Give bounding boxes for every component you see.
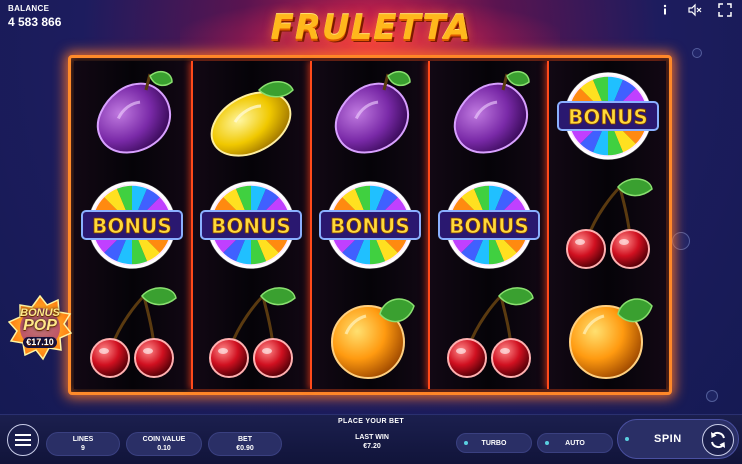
bonus-symbol: BONUS	[549, 61, 666, 170]
spin-indicator	[625, 437, 629, 441]
turbo-toggle[interactable]: TURBO	[456, 433, 532, 453]
coin-value-value: 0.10	[157, 445, 171, 452]
coin-value-selector[interactable]: COIN VALUE 0.10	[126, 432, 202, 456]
bonus-symbol: BONUS	[74, 170, 191, 279]
bet-value: €0.90	[236, 445, 254, 452]
auto-toggle[interactable]: AUTO	[537, 433, 613, 453]
bonus-pop-amount: €17.10	[23, 337, 57, 348]
hamburger-icon	[15, 434, 31, 446]
turbo-indicator	[464, 441, 468, 445]
bet-label: BET	[238, 436, 252, 443]
bonus-pop-line2: POP	[23, 317, 57, 335]
fullscreen-icon[interactable]	[718, 3, 732, 17]
cherries-symbol	[430, 280, 547, 389]
bubble-decoration	[692, 48, 702, 58]
reel-frame: BONUS BONUS BONUS BONUS BONUS	[68, 55, 672, 395]
orange-symbol	[549, 280, 666, 389]
bubble-decoration	[672, 232, 690, 250]
reel-1: BONUS	[74, 61, 191, 389]
spin-button[interactable]	[702, 424, 734, 456]
game-logo: FRULETTA	[270, 8, 472, 48]
lemon-symbol	[193, 61, 310, 170]
last-win-value: €7.20	[363, 443, 381, 450]
lines-label: LINES	[72, 436, 94, 443]
bonus-symbol-label: BONUS	[211, 214, 291, 238]
turbo-label: TURBO	[481, 439, 507, 447]
bonus-pop-badge[interactable]: BONUS POP €17.10	[8, 295, 72, 361]
bonus-symbol: BONUS	[312, 170, 429, 279]
top-icons	[658, 3, 732, 17]
coin-value-label: COIN VALUE	[142, 436, 186, 443]
lines-selector[interactable]: LINES 9	[46, 432, 120, 456]
last-win-label: LAST WIN	[355, 434, 389, 441]
reel-3: BONUS	[309, 61, 429, 389]
last-win-display: LAST WIN €7.20	[340, 434, 404, 450]
cherries-symbol	[549, 170, 666, 279]
reel-4: BONUS	[428, 61, 548, 389]
plum-symbol	[430, 61, 547, 170]
reel-5: BONUS	[547, 61, 666, 389]
bonus-symbol-label: BONUS	[449, 214, 529, 238]
cherries-symbol	[74, 280, 191, 389]
bonus-symbol-label: BONUS	[568, 105, 648, 129]
bubble-decoration	[706, 390, 718, 402]
cherries-symbol	[193, 280, 310, 389]
reels: BONUS BONUS BONUS BONUS BONUS	[74, 61, 666, 389]
info-icon[interactable]	[658, 3, 672, 17]
spin-control[interactable]: SPIN	[617, 419, 739, 459]
bonus-symbol: BONUS	[430, 170, 547, 279]
plum-symbol	[312, 61, 429, 170]
sound-muted-icon[interactable]	[688, 3, 702, 17]
orange-symbol	[312, 280, 429, 389]
bonus-symbol-label: BONUS	[93, 214, 173, 238]
refresh-icon	[711, 431, 725, 449]
reel-2: BONUS	[190, 61, 310, 389]
bonus-symbol-label: BONUS	[330, 214, 410, 238]
bet-selector[interactable]: BET €0.90	[208, 432, 282, 456]
auto-label: AUTO	[565, 439, 585, 447]
lines-value: 9	[81, 445, 85, 452]
plum-symbol	[74, 61, 191, 170]
spin-label: SPIN	[654, 433, 682, 445]
auto-indicator	[545, 441, 549, 445]
bonus-symbol: BONUS	[193, 170, 310, 279]
menu-button[interactable]	[7, 424, 39, 456]
